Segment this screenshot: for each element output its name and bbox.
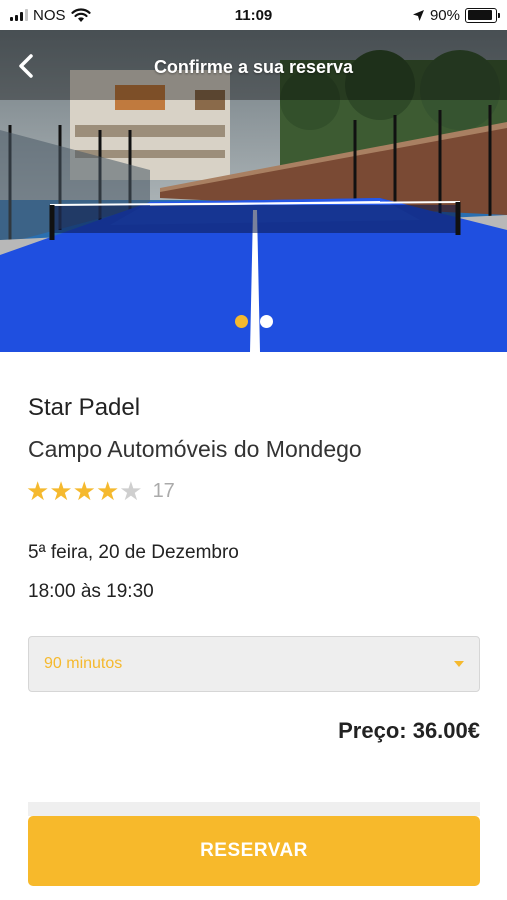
court-photo — [0, 30, 507, 352]
status-right: 90% — [327, 6, 500, 24]
signal-icon — [10, 9, 28, 21]
button-divider — [28, 802, 480, 816]
booking-date: 5ª feira, 20 de Dezembro — [28, 542, 239, 563]
carrier-label: NOS — [33, 6, 66, 24]
star-icon: ★ — [72, 476, 96, 506]
star-icon: ★ — [49, 476, 73, 506]
court-photo-carousel[interactable]: Confirme a sua reserva — [0, 30, 507, 352]
price-label: Preço: 36.00€ — [338, 718, 480, 743]
carousel-dot-2[interactable] — [259, 315, 273, 328]
club-name: Star Padel — [28, 394, 141, 421]
battery-fill — [467, 10, 492, 20]
page-title: Confirme a sua reserva — [153, 57, 354, 77]
star-empty-icon: ★ — [119, 476, 143, 506]
status-time: 11:09 — [234, 6, 273, 24]
duration-value: 90 minutos — [44, 655, 123, 672]
status-bar: NOS 11:09 90% — [0, 0, 507, 30]
battery-icon — [465, 7, 500, 23]
carousel-dot-1[interactable] — [234, 315, 248, 328]
rating-count: 17 — [152, 479, 175, 502]
reserve-button[interactable]: RESERVAR — [28, 816, 480, 886]
battery-percent: 90% — [429, 6, 460, 24]
court-name: Campo Automóveis do Mondego — [28, 436, 362, 462]
wifi-icon — [70, 7, 91, 22]
star-icon: ★ — [26, 476, 50, 506]
duration-select[interactable]: 90 minutos — [28, 636, 480, 692]
caret-down-icon — [454, 661, 464, 667]
rating: ★ ★ ★ ★ ★ 17 — [26, 478, 175, 504]
star-icon: ★ — [95, 476, 120, 506]
carousel-pagination — [0, 315, 507, 328]
booking-time: 18:00 às 19:30 — [28, 581, 154, 602]
location-arrow-icon — [412, 9, 424, 21]
status-left: NOS — [10, 7, 180, 24]
